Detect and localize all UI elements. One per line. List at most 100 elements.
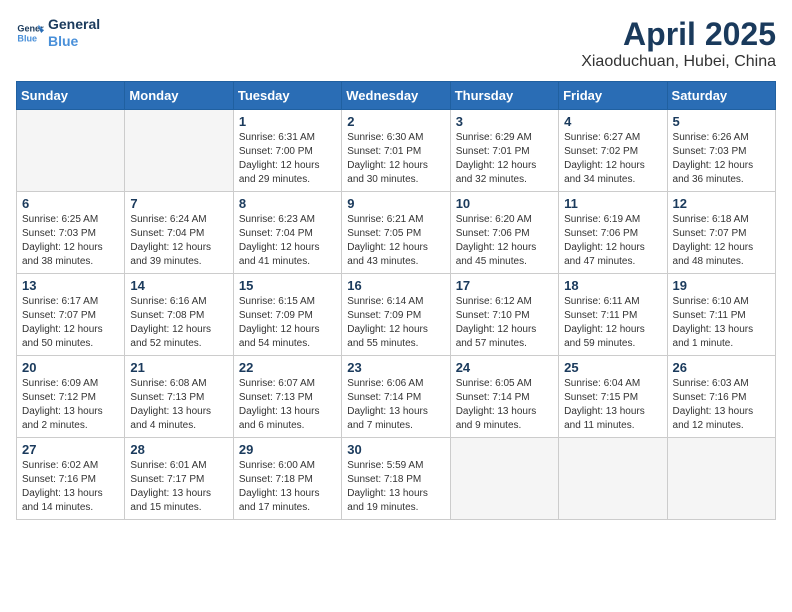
- day-cell: [667, 438, 775, 520]
- day-cell: 15 Sunrise: 6:15 AM Sunset: 7:09 PM Dayli…: [233, 274, 341, 356]
- day-info: Sunrise: 6:02 AM Sunset: 7:16 PM Dayligh…: [22, 459, 119, 515]
- day-number: 25: [564, 360, 661, 375]
- day-cell: 25 Sunrise: 6:04 AM Sunset: 7:15 PM Dayli…: [559, 356, 667, 438]
- day-info: Sunrise: 6:15 AM Sunset: 7:09 PM Dayligh…: [239, 295, 336, 351]
- logo-general: General: [48, 16, 100, 33]
- day-cell: 14 Sunrise: 6:16 AM Sunset: 7:08 PM Dayli…: [125, 274, 233, 356]
- weekday-header-saturday: Saturday: [667, 82, 775, 110]
- month-title: April 2025: [581, 16, 776, 53]
- day-number: 21: [130, 360, 227, 375]
- svg-text:Blue: Blue: [17, 33, 37, 43]
- day-info: Sunrise: 5:59 AM Sunset: 7:18 PM Dayligh…: [347, 459, 444, 515]
- day-number: 11: [564, 196, 661, 211]
- day-number: 5: [673, 114, 770, 129]
- weekday-header-sunday: Sunday: [17, 82, 125, 110]
- day-info: Sunrise: 6:27 AM Sunset: 7:02 PM Dayligh…: [564, 131, 661, 187]
- day-cell: [17, 110, 125, 192]
- weekday-header-tuesday: Tuesday: [233, 82, 341, 110]
- day-info: Sunrise: 6:29 AM Sunset: 7:01 PM Dayligh…: [456, 131, 553, 187]
- day-cell: 26 Sunrise: 6:03 AM Sunset: 7:16 PM Dayli…: [667, 356, 775, 438]
- day-info: Sunrise: 6:14 AM Sunset: 7:09 PM Dayligh…: [347, 295, 444, 351]
- day-number: 27: [22, 442, 119, 457]
- day-info: Sunrise: 6:01 AM Sunset: 7:17 PM Dayligh…: [130, 459, 227, 515]
- day-number: 23: [347, 360, 444, 375]
- day-number: 22: [239, 360, 336, 375]
- weekday-header-wednesday: Wednesday: [342, 82, 450, 110]
- day-cell: 29 Sunrise: 6:00 AM Sunset: 7:18 PM Dayli…: [233, 438, 341, 520]
- day-cell: [125, 110, 233, 192]
- day-number: 8: [239, 196, 336, 211]
- day-number: 19: [673, 278, 770, 293]
- day-info: Sunrise: 6:10 AM Sunset: 7:11 PM Dayligh…: [673, 295, 770, 351]
- day-cell: 13Sunrise: 6:17 AM Sunset: 7:07 PM Dayli…: [17, 274, 125, 356]
- day-number: 13: [22, 278, 119, 293]
- day-cell: 23 Sunrise: 6:06 AM Sunset: 7:14 PM Dayli…: [342, 356, 450, 438]
- title-block: April 2025 Xiaoduchuan, Hubei, China: [581, 16, 776, 71]
- day-cell: 7Sunrise: 6:24 AM Sunset: 7:04 PM Daylig…: [125, 192, 233, 274]
- day-cell: 4 Sunrise: 6:27 AM Sunset: 7:02 PM Daylig…: [559, 110, 667, 192]
- day-cell: 20 Sunrise: 6:09 AM Sunset: 7:12 PM Dayli…: [17, 356, 125, 438]
- day-number: 10: [456, 196, 553, 211]
- day-number: 17: [456, 278, 553, 293]
- day-number: 3: [456, 114, 553, 129]
- day-info: Sunrise: 6:09 AM Sunset: 7:12 PM Dayligh…: [22, 377, 119, 433]
- day-cell: 21 Sunrise: 6:08 AM Sunset: 7:13 PM Dayli…: [125, 356, 233, 438]
- day-cell: 27 Sunrise: 6:02 AM Sunset: 7:16 PM Dayli…: [17, 438, 125, 520]
- day-cell: 16 Sunrise: 6:14 AM Sunset: 7:09 PM Dayli…: [342, 274, 450, 356]
- day-info: Sunrise: 6:24 AM Sunset: 7:04 PM Dayligh…: [130, 213, 227, 269]
- week-row-1: 1Sunrise: 6:31 AM Sunset: 7:00 PM Daylig…: [17, 110, 776, 192]
- day-cell: 8 Sunrise: 6:23 AM Sunset: 7:04 PM Daylig…: [233, 192, 341, 274]
- day-cell: [559, 438, 667, 520]
- day-cell: 19 Sunrise: 6:10 AM Sunset: 7:11 PM Dayli…: [667, 274, 775, 356]
- day-info: Sunrise: 6:12 AM Sunset: 7:10 PM Dayligh…: [456, 295, 553, 351]
- day-info: Sunrise: 6:19 AM Sunset: 7:06 PM Dayligh…: [564, 213, 661, 269]
- day-info: Sunrise: 6:00 AM Sunset: 7:18 PM Dayligh…: [239, 459, 336, 515]
- day-cell: 22 Sunrise: 6:07 AM Sunset: 7:13 PM Dayli…: [233, 356, 341, 438]
- day-number: 15: [239, 278, 336, 293]
- day-cell: 3 Sunrise: 6:29 AM Sunset: 7:01 PM Daylig…: [450, 110, 558, 192]
- day-info: Sunrise: 6:26 AM Sunset: 7:03 PM Dayligh…: [673, 131, 770, 187]
- day-number: 20: [22, 360, 119, 375]
- day-number: 4: [564, 114, 661, 129]
- header: General Blue General Blue April 2025 Xia…: [16, 16, 776, 71]
- day-number: 2: [347, 114, 444, 129]
- day-cell: 6 Sunrise: 6:25 AM Sunset: 7:03 PM Daylig…: [17, 192, 125, 274]
- day-number: 16: [347, 278, 444, 293]
- day-cell: 17 Sunrise: 6:12 AM Sunset: 7:10 PM Dayli…: [450, 274, 558, 356]
- day-number: 26: [673, 360, 770, 375]
- day-number: 12: [673, 196, 770, 211]
- day-cell: [450, 438, 558, 520]
- day-info: Sunrise: 6:21 AM Sunset: 7:05 PM Dayligh…: [347, 213, 444, 269]
- day-cell: 28Sunrise: 6:01 AM Sunset: 7:17 PM Dayli…: [125, 438, 233, 520]
- day-number: 1: [239, 114, 336, 129]
- weekday-header-thursday: Thursday: [450, 82, 558, 110]
- day-number: 24: [456, 360, 553, 375]
- day-cell: 30Sunrise: 5:59 AM Sunset: 7:18 PM Dayli…: [342, 438, 450, 520]
- day-info: Sunrise: 6:05 AM Sunset: 7:14 PM Dayligh…: [456, 377, 553, 433]
- day-info: Sunrise: 6:16 AM Sunset: 7:08 PM Dayligh…: [130, 295, 227, 351]
- day-number: 18: [564, 278, 661, 293]
- day-info: Sunrise: 6:04 AM Sunset: 7:15 PM Dayligh…: [564, 377, 661, 433]
- day-info: Sunrise: 6:25 AM Sunset: 7:03 PM Dayligh…: [22, 213, 119, 269]
- day-info: Sunrise: 6:23 AM Sunset: 7:04 PM Dayligh…: [239, 213, 336, 269]
- week-row-2: 6 Sunrise: 6:25 AM Sunset: 7:03 PM Daylig…: [17, 192, 776, 274]
- day-info: Sunrise: 6:18 AM Sunset: 7:07 PM Dayligh…: [673, 213, 770, 269]
- day-info: Sunrise: 6:03 AM Sunset: 7:16 PM Dayligh…: [673, 377, 770, 433]
- day-cell: 2 Sunrise: 6:30 AM Sunset: 7:01 PM Daylig…: [342, 110, 450, 192]
- day-info: Sunrise: 6:30 AM Sunset: 7:01 PM Dayligh…: [347, 131, 444, 187]
- day-info: Sunrise: 6:08 AM Sunset: 7:13 PM Dayligh…: [130, 377, 227, 433]
- day-cell: 18Sunrise: 6:11 AM Sunset: 7:11 PM Dayli…: [559, 274, 667, 356]
- week-row-4: 20 Sunrise: 6:09 AM Sunset: 7:12 PM Dayli…: [17, 356, 776, 438]
- logo-blue: Blue: [48, 33, 100, 50]
- day-number: 9: [347, 196, 444, 211]
- logo-icon: General Blue: [16, 19, 44, 47]
- day-number: 14: [130, 278, 227, 293]
- day-cell: 10Sunrise: 6:20 AM Sunset: 7:06 PM Dayli…: [450, 192, 558, 274]
- day-info: Sunrise: 6:06 AM Sunset: 7:14 PM Dayligh…: [347, 377, 444, 433]
- day-cell: 5 Sunrise: 6:26 AM Sunset: 7:03 PM Daylig…: [667, 110, 775, 192]
- day-info: Sunrise: 6:07 AM Sunset: 7:13 PM Dayligh…: [239, 377, 336, 433]
- weekday-header-friday: Friday: [559, 82, 667, 110]
- day-number: 29: [239, 442, 336, 457]
- day-number: 6: [22, 196, 119, 211]
- weekday-header-monday: Monday: [125, 82, 233, 110]
